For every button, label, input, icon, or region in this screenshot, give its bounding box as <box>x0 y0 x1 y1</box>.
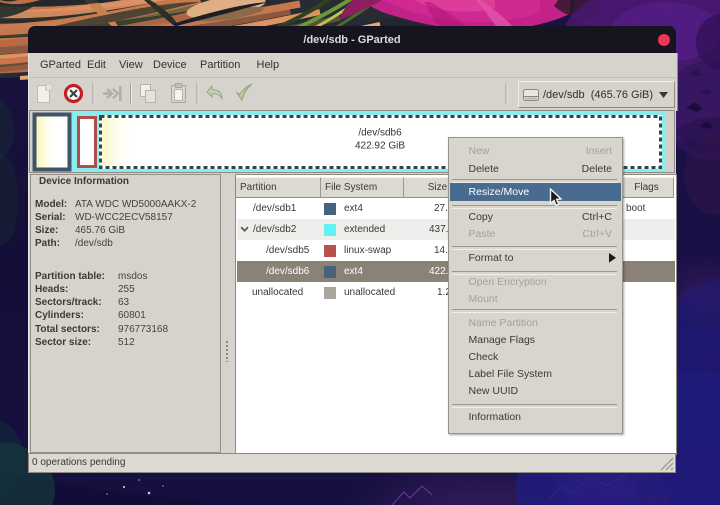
svg-text:/dev/sdb6: /dev/sdb6 <box>358 128 402 139</box>
svg-text:422.92 GiB: 422.92 GiB <box>355 141 405 152</box>
